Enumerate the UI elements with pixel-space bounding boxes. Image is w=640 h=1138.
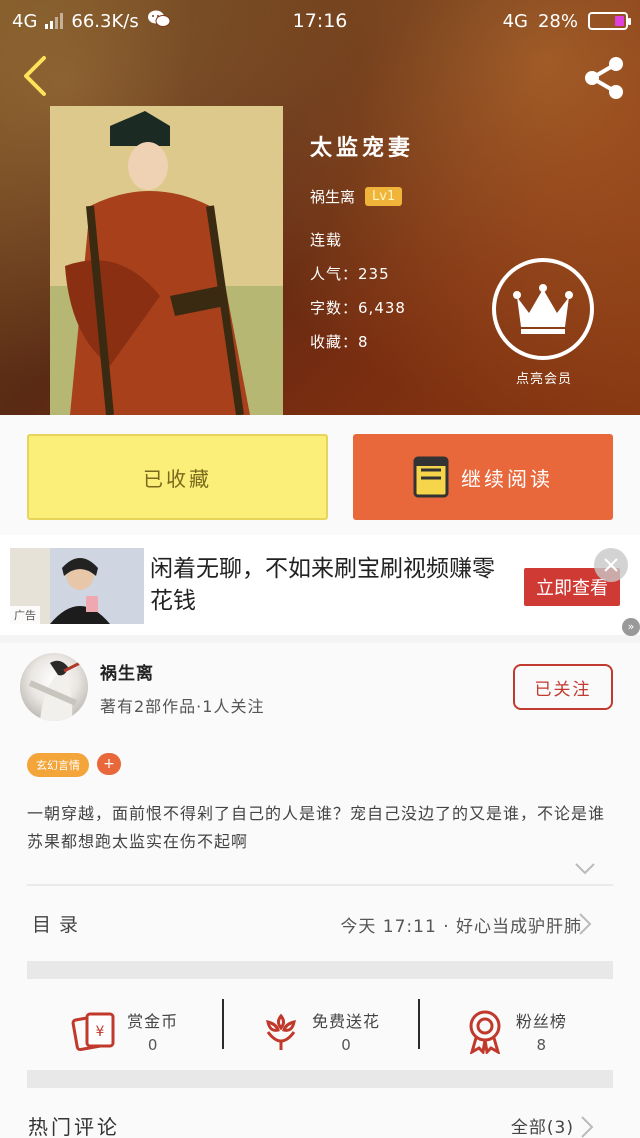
table-of-contents-row[interactable]: 目录 今天 17:11 · 好心当成驴肝肺 xyxy=(0,886,640,956)
reward-fans-label: 粉丝榜 xyxy=(515,1012,567,1031)
tag-genre[interactable]: 玄幻言情 xyxy=(27,753,89,777)
close-icon xyxy=(604,558,618,572)
continue-reading-label: 继续阅读 xyxy=(461,466,553,491)
battery-icon xyxy=(588,12,631,30)
vip-button[interactable]: 点亮会员 xyxy=(492,258,596,387)
book-header: 4G 66.3K/s 17:16 4G 28% 太监宠妻 祸生离 Lv1 连载 … xyxy=(0,0,640,415)
hot-comments-header: 热门评论 全部(3) xyxy=(0,1103,640,1138)
reward-coin-label: 赏金币 xyxy=(127,1012,179,1031)
battery-percent: 28% xyxy=(537,10,578,32)
author-meta: 著有2部作品·1人关注 xyxy=(100,697,265,716)
svg-text:¥: ¥ xyxy=(96,1024,105,1040)
book-word-count: 字数：6,438 xyxy=(310,299,406,317)
book-popularity: 人气：235 xyxy=(310,265,390,283)
expand-description-button[interactable] xyxy=(574,861,596,875)
book-detail-main: 祸生离 著有2部作品·1人关注 已关注 玄幻言情 + 一朝穿越，面前恨不得剁了自… xyxy=(0,643,640,1138)
reward-coin-button[interactable]: ¥ 赏金币 0 xyxy=(27,981,222,1081)
continue-reading-button[interactable]: 继续阅读 xyxy=(353,434,613,520)
reward-coin-count: 0 xyxy=(147,1036,158,1054)
book-cover[interactable] xyxy=(50,106,283,415)
author-level-badge: Lv1 xyxy=(365,187,403,206)
follow-button[interactable]: 已关注 xyxy=(513,664,613,710)
book-author[interactable]: 祸生离 xyxy=(310,186,355,207)
vip-label: 点亮会员 xyxy=(515,372,572,387)
network-type-left: 4G xyxy=(12,10,38,32)
toc-label: 目录 xyxy=(32,914,87,936)
chevron-down-icon xyxy=(575,863,595,875)
hot-comments-title: 热门评论 xyxy=(28,1115,120,1138)
add-tag-button[interactable]: + xyxy=(97,753,121,775)
reward-flower-count: 0 xyxy=(341,1036,351,1054)
reward-flower-button[interactable]: 免费送花 0 xyxy=(222,981,417,1081)
back-button[interactable] xyxy=(16,52,56,100)
tag-list: 玄幻言情 + xyxy=(27,753,121,777)
coin-envelope-icon: ¥ xyxy=(71,1012,115,1052)
avatar[interactable] xyxy=(20,653,88,721)
reward-fans-button[interactable]: 粉丝榜 8 xyxy=(417,981,613,1081)
reward-flower-label: 免费送花 xyxy=(311,1012,380,1031)
wechat-icon xyxy=(147,9,171,34)
section-gap xyxy=(27,1070,613,1088)
book-favorites: 收藏：8 xyxy=(310,333,369,351)
toc-latest-chapter[interactable]: 今天 17:11 · 好心当成驴肝肺 xyxy=(340,912,582,937)
ad-tag: 广告 xyxy=(10,606,40,624)
reward-fans-count: 8 xyxy=(536,1036,547,1054)
share-button[interactable] xyxy=(580,54,628,102)
section-gap xyxy=(27,961,613,979)
signal-icon xyxy=(45,13,64,29)
collect-button[interactable]: 已收藏 xyxy=(27,434,328,520)
ad-close-button[interactable] xyxy=(594,548,628,582)
ad-image[interactable]: 广告 xyxy=(10,548,144,624)
book-description: 一朝穿越，面前恨不得剁了自己的人是谁？宠自己没边了的又是谁，不论是谁苏果都想跑太… xyxy=(27,804,606,851)
book-info: 太监宠妻 祸生离 Lv1 连载 人气：235 字数：6,438 收藏：8 xyxy=(310,130,414,352)
share-icon xyxy=(585,57,623,99)
all-comments-link[interactable]: 全部(3) xyxy=(511,1113,574,1138)
flower-icon xyxy=(266,1013,296,1050)
action-bar: 已收藏 继续阅读 xyxy=(0,415,640,535)
book-icon xyxy=(413,456,449,498)
chevron-right-icon[interactable] xyxy=(580,1115,594,1138)
medal-icon xyxy=(469,1010,501,1054)
reward-bar: ¥ 赏金币 0 免费送花 0 粉丝榜 8 xyxy=(27,981,613,1081)
ad-info-icon[interactable]: » xyxy=(622,618,640,636)
author-card[interactable]: 祸生离 著有2部作品·1人关注 已关注 xyxy=(0,643,640,735)
network-speed: 66.3K/s xyxy=(71,10,139,32)
ad-text[interactable]: 闲着无聊，不如来刷宝刷视频赚零花钱 xyxy=(150,553,500,617)
book-title: 太监宠妻 xyxy=(310,136,415,161)
book-status: 连载 xyxy=(310,231,343,249)
chevron-right-icon xyxy=(578,912,592,936)
author-name[interactable]: 祸生离 xyxy=(100,659,154,684)
network-type-right: 4G xyxy=(502,10,528,32)
status-bar: 4G 66.3K/s 17:16 4G 28% xyxy=(0,0,640,42)
crown-icon xyxy=(513,284,573,334)
ad-banner[interactable]: 广告 闲着无聊，不如来刷宝刷视频赚零花钱 立即查看 » xyxy=(0,535,640,636)
